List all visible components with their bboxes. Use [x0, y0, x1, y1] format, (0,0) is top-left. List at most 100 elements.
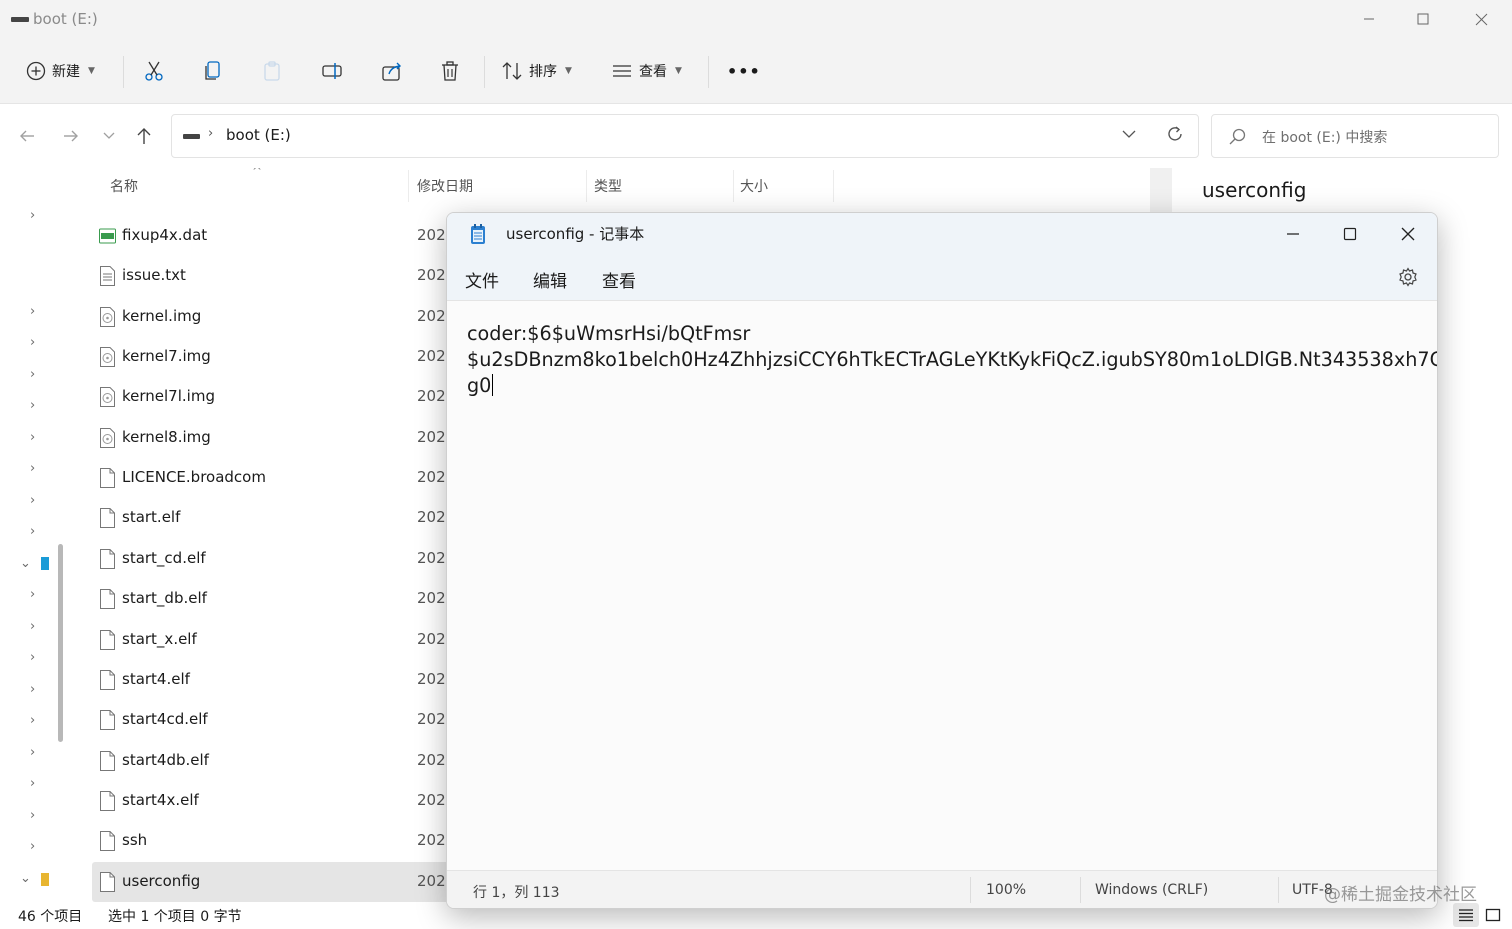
- blank-file-icon: [99, 629, 116, 650]
- menu-view[interactable]: 查看: [602, 267, 636, 292]
- sort-button[interactable]: 排序 ▼: [501, 54, 572, 88]
- toolbar-divider: [484, 56, 485, 88]
- search-placeholder: 在 boot (E:) 中搜索: [1262, 130, 1388, 146]
- text-editor[interactable]: coder:$6$uWmsrHsi/bQtFmsr $u2sDBnzm8ko1be…: [467, 321, 1437, 399]
- file-date: 202: [417, 468, 446, 487]
- expand-chevron-icon[interactable]: ›: [30, 335, 35, 350]
- expand-chevron-icon[interactable]: ›: [30, 524, 35, 539]
- minimize-icon: [1287, 233, 1299, 235]
- expand-chevron-icon[interactable]: ›: [30, 493, 35, 508]
- notepad-maximize-button[interactable]: [1330, 219, 1370, 249]
- expand-chevron-icon[interactable]: ›: [30, 713, 35, 728]
- explorer-titlebar: boot (E:): [0, 0, 1512, 40]
- cut-button[interactable]: [144, 54, 164, 88]
- expand-chevron-icon[interactable]: ›: [30, 745, 35, 760]
- navigation-pane: › › › › › › › › › ⌄ › › › › › › › › › ⌄: [0, 168, 70, 902]
- refresh-button[interactable]: [1166, 125, 1184, 147]
- view-list-icon: [613, 65, 631, 77]
- collapse-chevron-icon[interactable]: ⌄: [20, 871, 31, 886]
- forward-button[interactable]: [57, 122, 85, 150]
- expand-chevron-icon[interactable]: ›: [30, 619, 35, 634]
- column-type[interactable]: 类型: [594, 176, 622, 196]
- expand-chevron-icon[interactable]: ›: [30, 776, 35, 791]
- expand-chevron-icon[interactable]: ›: [30, 839, 35, 854]
- file-date: 202: [417, 790, 446, 809]
- nav-scrollbar[interactable]: [58, 544, 63, 742]
- blank-file-icon: [99, 710, 116, 731]
- share-button[interactable]: [381, 54, 403, 88]
- preview-title: userconfig: [1202, 178, 1307, 202]
- file-name: issue.txt: [122, 266, 186, 285]
- maximize-button[interactable]: [1400, 4, 1446, 34]
- chevron-down-icon: ▼: [565, 66, 572, 76]
- tiles-view-button[interactable]: [1480, 903, 1506, 927]
- column-divider[interactable]: [408, 170, 409, 202]
- notepad-minimize-button[interactable]: [1273, 219, 1313, 249]
- expand-chevron-icon[interactable]: ›: [30, 208, 35, 223]
- file-date: 202: [417, 589, 446, 608]
- minimize-icon: [1364, 18, 1374, 20]
- menu-file[interactable]: 文件: [465, 267, 499, 292]
- paste-button[interactable]: [262, 54, 282, 88]
- expand-chevron-icon[interactable]: ›: [30, 587, 35, 602]
- scrollbar-track[interactable]: [1150, 168, 1172, 218]
- recent-locations-button[interactable]: [95, 122, 123, 150]
- menu-edit[interactable]: 编辑: [533, 267, 567, 292]
- notepad-titlebar: userconfig - 记事本: [447, 213, 1437, 255]
- toolbar-divider: [708, 56, 709, 88]
- view-button[interactable]: 查看 ▼: [611, 54, 682, 88]
- expand-chevron-icon[interactable]: ›: [30, 430, 35, 445]
- view-label: 查看: [639, 64, 667, 80]
- expand-chevron-icon[interactable]: ›: [30, 461, 35, 476]
- column-name[interactable]: 名称: [110, 176, 138, 196]
- expand-chevron-icon[interactable]: ›: [30, 367, 35, 382]
- notepad-title: userconfig - 记事本: [506, 225, 645, 243]
- sort-label: 排序: [529, 64, 557, 80]
- expand-chevron-icon[interactable]: ›: [30, 398, 35, 413]
- file-name: ssh: [122, 831, 148, 850]
- notepad-close-button[interactable]: [1388, 219, 1428, 249]
- address-history-button[interactable]: [1122, 127, 1136, 145]
- maximize-icon: [1343, 227, 1357, 241]
- rename-button[interactable]: [321, 54, 343, 88]
- expand-chevron-icon[interactable]: ›: [30, 650, 35, 665]
- breadcrumb-path[interactable]: boot (E:): [226, 126, 291, 144]
- column-size[interactable]: 大小: [740, 176, 768, 196]
- search-box[interactable]: 在 boot (E:) 中搜索: [1211, 114, 1499, 158]
- back-button[interactable]: [13, 122, 41, 150]
- close-icon: [1401, 227, 1415, 241]
- address-bar[interactable]: › boot (E:): [171, 114, 1199, 158]
- blank-file-icon: [99, 750, 116, 771]
- column-date[interactable]: 修改日期: [417, 176, 473, 196]
- expand-chevron-icon[interactable]: ›: [30, 304, 35, 319]
- tiles-view-icon: [1485, 908, 1501, 922]
- column-divider[interactable]: [833, 170, 834, 202]
- arrow-right-icon: [64, 130, 78, 142]
- copy-button[interactable]: [203, 54, 223, 88]
- column-divider[interactable]: [733, 170, 734, 202]
- watermark: @稀土掘金技术社区: [1324, 885, 1477, 905]
- file-name: start4db.elf: [122, 750, 209, 769]
- details-view-button[interactable]: [1453, 903, 1479, 927]
- close-button[interactable]: [1458, 4, 1504, 34]
- address-row: › boot (E:) 在 boot (E:) 中搜索: [0, 104, 1512, 168]
- paste-icon: [264, 61, 280, 81]
- new-button[interactable]: 新建 ▼: [26, 54, 95, 88]
- disc-image-icon: [99, 347, 116, 368]
- more-options-button[interactable]: •••: [727, 54, 761, 88]
- up-button[interactable]: [130, 122, 158, 150]
- delete-button[interactable]: [440, 54, 460, 88]
- settings-button[interactable]: [1398, 267, 1418, 291]
- expand-chevron-icon[interactable]: ›: [30, 682, 35, 697]
- file-name: fixup4x.dat: [122, 226, 208, 244]
- collapse-chevron-icon[interactable]: ⌄: [20, 556, 31, 571]
- column-divider[interactable]: [586, 170, 587, 202]
- file-date: 202: [417, 508, 446, 527]
- close-icon: [1475, 13, 1487, 25]
- blank-file-icon: [99, 589, 116, 610]
- expand-chevron-icon[interactable]: ›: [30, 808, 35, 823]
- notepad-menubar: 文件 编辑 查看: [447, 255, 1437, 301]
- disc-image-icon: [99, 427, 116, 448]
- minimize-button[interactable]: [1346, 4, 1392, 34]
- file-date: 202: [417, 750, 446, 769]
